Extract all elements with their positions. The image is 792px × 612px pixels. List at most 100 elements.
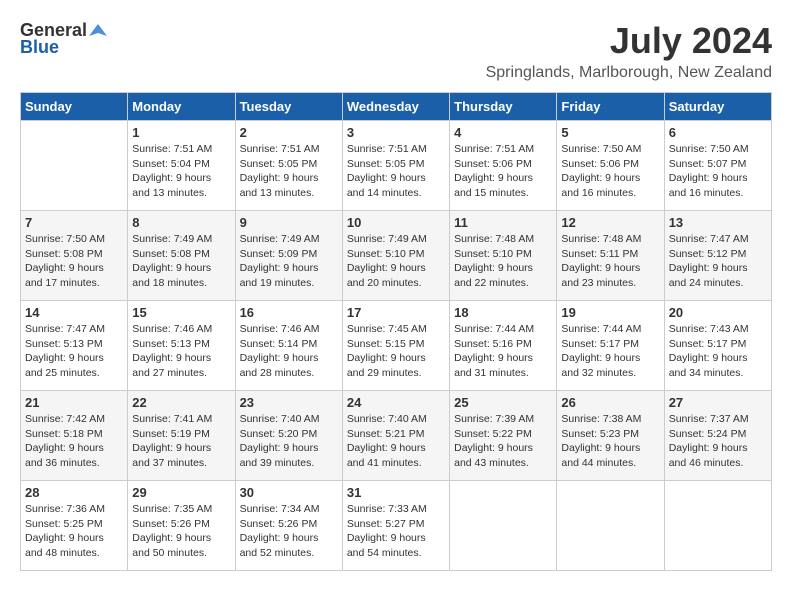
- day-info: Sunrise: 7:49 AM Sunset: 5:08 PM Dayligh…: [132, 232, 230, 291]
- sunrise-text: Sunrise: 7:49 AM: [240, 233, 320, 245]
- day-number: 13: [669, 215, 767, 230]
- sunset-text: Sunset: 5:22 PM: [454, 428, 532, 440]
- day-number: 27: [669, 395, 767, 410]
- calendar-day-cell: [21, 121, 128, 211]
- sunrise-text: Sunrise: 7:50 AM: [669, 143, 749, 155]
- daylight-text: Daylight: 9 hours and 52 minutes.: [240, 532, 319, 559]
- sunset-text: Sunset: 5:18 PM: [25, 428, 103, 440]
- daylight-text: Daylight: 9 hours and 41 minutes.: [347, 442, 426, 469]
- calendar-day-cell: [450, 481, 557, 571]
- day-info: Sunrise: 7:38 AM Sunset: 5:23 PM Dayligh…: [561, 412, 659, 471]
- col-friday: Friday: [557, 93, 664, 121]
- location-subtitle: Springlands, Marlborough, New Zealand: [486, 64, 772, 82]
- sunset-text: Sunset: 5:05 PM: [347, 158, 425, 170]
- sunset-text: Sunset: 5:16 PM: [454, 338, 532, 350]
- day-info: Sunrise: 7:47 AM Sunset: 5:13 PM Dayligh…: [25, 322, 123, 381]
- calendar-day-cell: 24 Sunrise: 7:40 AM Sunset: 5:21 PM Dayl…: [342, 391, 449, 481]
- day-info: Sunrise: 7:43 AM Sunset: 5:17 PM Dayligh…: [669, 322, 767, 381]
- calendar-day-cell: 8 Sunrise: 7:49 AM Sunset: 5:08 PM Dayli…: [128, 211, 235, 301]
- sunset-text: Sunset: 5:20 PM: [240, 428, 318, 440]
- sunrise-text: Sunrise: 7:48 AM: [561, 233, 641, 245]
- sunset-text: Sunset: 5:08 PM: [25, 248, 103, 260]
- sunset-text: Sunset: 5:25 PM: [25, 518, 103, 530]
- calendar-day-cell: 5 Sunrise: 7:50 AM Sunset: 5:06 PM Dayli…: [557, 121, 664, 211]
- daylight-text: Daylight: 9 hours and 36 minutes.: [25, 442, 104, 469]
- daylight-text: Daylight: 9 hours and 54 minutes.: [347, 532, 426, 559]
- calendar-day-cell: 4 Sunrise: 7:51 AM Sunset: 5:06 PM Dayli…: [450, 121, 557, 211]
- daylight-text: Daylight: 9 hours and 43 minutes.: [454, 442, 533, 469]
- daylight-text: Daylight: 9 hours and 48 minutes.: [25, 532, 104, 559]
- calendar-day-cell: [664, 481, 771, 571]
- daylight-text: Daylight: 9 hours and 19 minutes.: [240, 262, 319, 289]
- sunset-text: Sunset: 5:08 PM: [132, 248, 210, 260]
- day-info: Sunrise: 7:50 AM Sunset: 5:08 PM Dayligh…: [25, 232, 123, 291]
- logo-blue-text: Blue: [20, 37, 59, 58]
- day-info: Sunrise: 7:46 AM Sunset: 5:14 PM Dayligh…: [240, 322, 338, 381]
- day-info: Sunrise: 7:39 AM Sunset: 5:22 PM Dayligh…: [454, 412, 552, 471]
- sunrise-text: Sunrise: 7:44 AM: [454, 323, 534, 335]
- day-info: Sunrise: 7:41 AM Sunset: 5:19 PM Dayligh…: [132, 412, 230, 471]
- sunrise-text: Sunrise: 7:35 AM: [132, 503, 212, 515]
- sunrise-text: Sunrise: 7:37 AM: [669, 413, 749, 425]
- daylight-text: Daylight: 9 hours and 16 minutes.: [669, 172, 748, 199]
- daylight-text: Daylight: 9 hours and 24 minutes.: [669, 262, 748, 289]
- day-number: 7: [25, 215, 123, 230]
- daylight-text: Daylight: 9 hours and 27 minutes.: [132, 352, 211, 379]
- day-number: 16: [240, 305, 338, 320]
- sunset-text: Sunset: 5:26 PM: [240, 518, 318, 530]
- calendar-week-row: 1 Sunrise: 7:51 AM Sunset: 5:04 PM Dayli…: [21, 121, 772, 211]
- sunset-text: Sunset: 5:10 PM: [347, 248, 425, 260]
- sunrise-text: Sunrise: 7:44 AM: [561, 323, 641, 335]
- daylight-text: Daylight: 9 hours and 29 minutes.: [347, 352, 426, 379]
- day-number: 24: [347, 395, 445, 410]
- calendar-day-cell: 26 Sunrise: 7:38 AM Sunset: 5:23 PM Dayl…: [557, 391, 664, 481]
- calendar-day-cell: 20 Sunrise: 7:43 AM Sunset: 5:17 PM Dayl…: [664, 301, 771, 391]
- month-year-title: July 2024: [486, 20, 772, 62]
- day-number: 30: [240, 485, 338, 500]
- sunset-text: Sunset: 5:09 PM: [240, 248, 318, 260]
- day-info: Sunrise: 7:51 AM Sunset: 5:04 PM Dayligh…: [132, 142, 230, 201]
- sunset-text: Sunset: 5:19 PM: [132, 428, 210, 440]
- day-info: Sunrise: 7:51 AM Sunset: 5:05 PM Dayligh…: [240, 142, 338, 201]
- col-monday: Monday: [128, 93, 235, 121]
- sunset-text: Sunset: 5:06 PM: [454, 158, 532, 170]
- day-info: Sunrise: 7:33 AM Sunset: 5:27 PM Dayligh…: [347, 502, 445, 561]
- calendar-day-cell: 23 Sunrise: 7:40 AM Sunset: 5:20 PM Dayl…: [235, 391, 342, 481]
- sunset-text: Sunset: 5:05 PM: [240, 158, 318, 170]
- col-tuesday: Tuesday: [235, 93, 342, 121]
- day-number: 28: [25, 485, 123, 500]
- calendar-day-cell: 28 Sunrise: 7:36 AM Sunset: 5:25 PM Dayl…: [21, 481, 128, 571]
- calendar-day-cell: 31 Sunrise: 7:33 AM Sunset: 5:27 PM Dayl…: [342, 481, 449, 571]
- sunset-text: Sunset: 5:12 PM: [669, 248, 747, 260]
- title-section: July 2024 Springlands, Marlborough, New …: [486, 20, 772, 82]
- sunset-text: Sunset: 5:13 PM: [25, 338, 103, 350]
- sunset-text: Sunset: 5:14 PM: [240, 338, 318, 350]
- daylight-text: Daylight: 9 hours and 50 minutes.: [132, 532, 211, 559]
- day-number: 12: [561, 215, 659, 230]
- calendar-week-row: 14 Sunrise: 7:47 AM Sunset: 5:13 PM Dayl…: [21, 301, 772, 391]
- day-number: 1: [132, 125, 230, 140]
- sunset-text: Sunset: 5:10 PM: [454, 248, 532, 260]
- day-info: Sunrise: 7:48 AM Sunset: 5:11 PM Dayligh…: [561, 232, 659, 291]
- day-number: 6: [669, 125, 767, 140]
- day-info: Sunrise: 7:34 AM Sunset: 5:26 PM Dayligh…: [240, 502, 338, 561]
- daylight-text: Daylight: 9 hours and 13 minutes.: [240, 172, 319, 199]
- sunset-text: Sunset: 5:24 PM: [669, 428, 747, 440]
- sunrise-text: Sunrise: 7:49 AM: [347, 233, 427, 245]
- sunrise-text: Sunrise: 7:33 AM: [347, 503, 427, 515]
- day-info: Sunrise: 7:44 AM Sunset: 5:17 PM Dayligh…: [561, 322, 659, 381]
- day-number: 23: [240, 395, 338, 410]
- col-thursday: Thursday: [450, 93, 557, 121]
- sunrise-text: Sunrise: 7:34 AM: [240, 503, 320, 515]
- calendar-day-cell: 22 Sunrise: 7:41 AM Sunset: 5:19 PM Dayl…: [128, 391, 235, 481]
- daylight-text: Daylight: 9 hours and 20 minutes.: [347, 262, 426, 289]
- day-number: 4: [454, 125, 552, 140]
- day-number: 29: [132, 485, 230, 500]
- calendar-day-cell: 18 Sunrise: 7:44 AM Sunset: 5:16 PM Dayl…: [450, 301, 557, 391]
- sunset-text: Sunset: 5:13 PM: [132, 338, 210, 350]
- daylight-text: Daylight: 9 hours and 25 minutes.: [25, 352, 104, 379]
- day-number: 11: [454, 215, 552, 230]
- calendar-table: Sunday Monday Tuesday Wednesday Thursday…: [20, 92, 772, 571]
- day-info: Sunrise: 7:49 AM Sunset: 5:09 PM Dayligh…: [240, 232, 338, 291]
- day-info: Sunrise: 7:51 AM Sunset: 5:06 PM Dayligh…: [454, 142, 552, 201]
